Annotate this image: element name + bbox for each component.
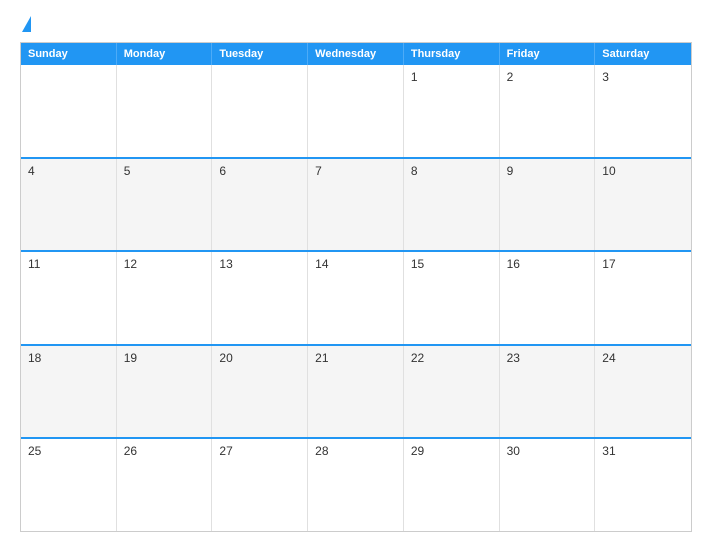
day-number: 19 <box>124 351 137 365</box>
day-number: 12 <box>124 257 137 271</box>
calendar-cell: 15 <box>404 252 500 344</box>
logo <box>20 18 31 32</box>
calendar-week-1: 1 2 3 <box>21 65 691 157</box>
day-number: 3 <box>602 70 609 84</box>
calendar-week-4: 18 19 20 21 22 23 24 <box>21 344 691 438</box>
calendar-cell: 28 <box>308 439 404 531</box>
day-number: 7 <box>315 164 322 178</box>
calendar-cell: 30 <box>500 439 596 531</box>
calendar-cell: 2 <box>500 65 596 157</box>
day-number: 20 <box>219 351 232 365</box>
calendar-cell <box>117 65 213 157</box>
calendar-cell: 7 <box>308 159 404 251</box>
day-number: 11 <box>28 257 40 271</box>
col-thursday: Thursday <box>404 43 500 65</box>
day-number: 4 <box>28 164 35 178</box>
day-number: 21 <box>315 351 328 365</box>
logo-triangle-icon <box>22 16 31 32</box>
calendar-cell <box>308 65 404 157</box>
col-friday: Friday <box>500 43 596 65</box>
day-number: 5 <box>124 164 131 178</box>
day-number: 24 <box>602 351 615 365</box>
calendar-cell: 29 <box>404 439 500 531</box>
calendar-cell: 14 <box>308 252 404 344</box>
calendar-cell: 19 <box>117 346 213 438</box>
calendar-cell: 18 <box>21 346 117 438</box>
calendar-body: 1234567891011121314151617181920212223242… <box>21 65 691 531</box>
day-number: 8 <box>411 164 418 178</box>
calendar-cell: 5 <box>117 159 213 251</box>
calendar-cell: 4 <box>21 159 117 251</box>
calendar-cell: 22 <box>404 346 500 438</box>
calendar-week-2: 4 5 6 7 8 9 10 <box>21 157 691 251</box>
calendar: Sunday Monday Tuesday Wednesday Thursday… <box>20 42 692 532</box>
calendar-cell: 12 <box>117 252 213 344</box>
day-number: 23 <box>507 351 520 365</box>
calendar-cell: 20 <box>212 346 308 438</box>
day-number: 22 <box>411 351 424 365</box>
day-number: 14 <box>315 257 328 271</box>
calendar-week-5: 25 26 27 28 29 30 31 <box>21 437 691 531</box>
calendar-cell: 25 <box>21 439 117 531</box>
calendar-cell: 27 <box>212 439 308 531</box>
day-number: 6 <box>219 164 226 178</box>
day-number: 2 <box>507 70 514 84</box>
calendar-cell: 16 <box>500 252 596 344</box>
day-number: 28 <box>315 444 328 458</box>
col-monday: Monday <box>117 43 213 65</box>
col-sunday: Sunday <box>21 43 117 65</box>
calendar-cell: 8 <box>404 159 500 251</box>
calendar-header-row: Sunday Monday Tuesday Wednesday Thursday… <box>21 43 691 65</box>
day-number: 10 <box>602 164 615 178</box>
calendar-week-3: 11 12 13 14 15 16 17 <box>21 250 691 344</box>
calendar-cell: 10 <box>595 159 691 251</box>
day-number: 9 <box>507 164 514 178</box>
header <box>20 18 692 32</box>
calendar-cell: 1 <box>404 65 500 157</box>
calendar-cell: 3 <box>595 65 691 157</box>
col-wednesday: Wednesday <box>308 43 404 65</box>
calendar-cell: 26 <box>117 439 213 531</box>
calendar-cell: 24 <box>595 346 691 438</box>
day-number: 25 <box>28 444 41 458</box>
day-number: 15 <box>411 257 424 271</box>
calendar-cell: 31 <box>595 439 691 531</box>
day-number: 13 <box>219 257 232 271</box>
calendar-cell: 9 <box>500 159 596 251</box>
day-number: 16 <box>507 257 520 271</box>
calendar-page: Sunday Monday Tuesday Wednesday Thursday… <box>0 0 712 550</box>
logo-block <box>20 18 31 32</box>
day-number: 27 <box>219 444 232 458</box>
calendar-cell: 13 <box>212 252 308 344</box>
col-saturday: Saturday <box>595 43 691 65</box>
logo-top-row <box>20 18 31 32</box>
calendar-cell: 23 <box>500 346 596 438</box>
calendar-cell: 6 <box>212 159 308 251</box>
calendar-cell <box>212 65 308 157</box>
day-number: 29 <box>411 444 424 458</box>
col-tuesday: Tuesday <box>212 43 308 65</box>
day-number: 31 <box>602 444 615 458</box>
calendar-cell: 11 <box>21 252 117 344</box>
calendar-cell: 21 <box>308 346 404 438</box>
day-number: 17 <box>602 257 615 271</box>
day-number: 18 <box>28 351 41 365</box>
day-number: 1 <box>411 70 418 84</box>
day-number: 30 <box>507 444 520 458</box>
calendar-cell: 17 <box>595 252 691 344</box>
day-number: 26 <box>124 444 137 458</box>
calendar-cell <box>21 65 117 157</box>
